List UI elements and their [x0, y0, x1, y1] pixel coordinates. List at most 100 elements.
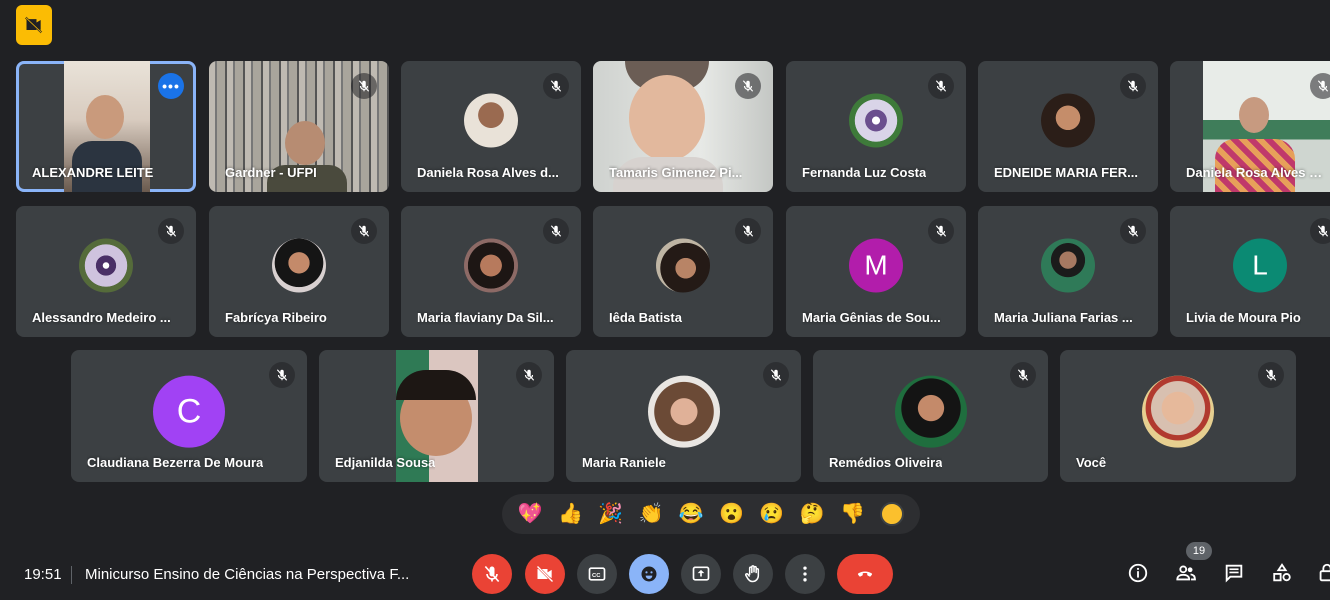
raise-hand-button[interactable]	[733, 554, 773, 594]
participant-name: Claudiana Bezerra De Moura	[87, 455, 264, 470]
avatar	[1041, 93, 1095, 148]
participant-tile[interactable]: Edjanilda Sousa	[319, 350, 554, 482]
more-options-button[interactable]	[785, 554, 825, 594]
video-off-icon	[24, 16, 43, 34]
activities-button[interactable]	[1269, 560, 1295, 586]
participant-tile[interactable]: Daniela Rosa Alves d...	[401, 61, 581, 192]
reaction-button[interactable]: 😮	[719, 504, 744, 524]
participant-tile[interactable]: L Livia de Moura Pio	[1170, 206, 1330, 337]
present-screen-icon	[692, 566, 710, 581]
avatar	[656, 238, 710, 293]
participant-name: Fernanda Luz Costa	[802, 165, 927, 180]
emoji-icon	[641, 566, 657, 582]
participant-name: Gardner - UFPI	[225, 165, 317, 180]
participant-name: Edjanilda Sousa	[335, 455, 436, 470]
mic-off-icon	[516, 362, 542, 388]
participant-name: Remédios Oliveira	[829, 455, 943, 470]
captions-button[interactable]: CC	[577, 554, 617, 594]
mic-off-icon	[351, 73, 377, 99]
avatar: L	[1233, 238, 1287, 293]
participant-tile[interactable]: Alessandro Medeiro ...	[16, 206, 196, 337]
participant-name: Maria Juliana Farias ...	[994, 310, 1133, 325]
reaction-button[interactable]: 😂	[679, 504, 704, 524]
meeting-title: Minicurso Ensino de Ciências na Perspect…	[85, 566, 410, 583]
participant-name: Tamaris Gimenez Pi...	[609, 165, 743, 180]
participant-tile[interactable]: Fernanda Luz Costa	[786, 61, 966, 192]
participant-tile[interactable]: ••• ALEXANDRE LEITE	[16, 61, 196, 192]
participant-tile[interactable]: M Maria Gênias de Sou...	[786, 206, 966, 337]
camera-off-badge[interactable]	[16, 5, 52, 45]
avatar	[272, 238, 326, 293]
avatar: C	[153, 375, 225, 448]
reaction-button[interactable]: 👍	[558, 504, 583, 524]
reaction-button[interactable]: 💖	[518, 504, 543, 524]
hang-up-icon	[857, 571, 873, 577]
mic-off-icon	[1120, 218, 1146, 244]
participant-tile[interactable]: Gardner - UFPI	[209, 61, 389, 192]
participant-name: Daniela Rosa Alves d...	[1186, 165, 1326, 180]
participant-count-badge: 19	[1186, 542, 1212, 560]
more-options-icon: •••	[162, 78, 180, 94]
mic-off-icon	[351, 218, 377, 244]
participant-name: Você	[1076, 455, 1107, 470]
avatar	[1041, 238, 1095, 293]
more-vert-icon	[803, 566, 807, 582]
participant-tile[interactable]: Maria Raniele	[566, 350, 801, 482]
lock-icon	[1319, 563, 1330, 582]
participant-tile[interactable]: Maria flaviany Da Sil...	[401, 206, 581, 337]
participant-tile[interactable]: Daniela Rosa Alves d...	[1170, 61, 1330, 192]
mic-off-icon	[1310, 73, 1330, 99]
participant-tile[interactable]: EDNEIDE MARIA FER...	[978, 61, 1158, 192]
participant-name: ALEXANDRE LEITE	[32, 165, 154, 180]
activities-icon	[1273, 563, 1291, 582]
present-screen-button[interactable]	[681, 554, 721, 594]
participant-tile[interactable]: Você	[1060, 350, 1296, 482]
avatar	[1142, 375, 1214, 448]
participant-tile[interactable]: Iêda Batista	[593, 206, 773, 337]
mic-off-icon	[928, 73, 954, 99]
meeting-details-button[interactable]	[1125, 560, 1151, 586]
people-icon	[1176, 565, 1196, 581]
participant-name: Livia de Moura Pio	[1186, 310, 1301, 325]
participant-name: Maria flaviany Da Sil...	[417, 310, 554, 325]
lock-button[interactable]	[1316, 560, 1330, 586]
mic-toggle-button[interactable]	[472, 554, 512, 594]
chat-button[interactable]	[1221, 560, 1247, 586]
participant-name: EDNEIDE MARIA FER...	[994, 165, 1138, 180]
avatar	[79, 238, 133, 293]
avatar: M	[849, 238, 903, 293]
participant-tile[interactable]: Remédios Oliveira	[813, 350, 1048, 482]
control-bar: 19:51 Minicurso Ensino de Ciências na Pe…	[0, 542, 1330, 600]
reaction-button[interactable]: 👎	[840, 504, 865, 524]
mic-off-icon	[158, 218, 184, 244]
reaction-button[interactable]: 🤔	[800, 504, 825, 524]
reaction-button[interactable]: 🎉	[598, 504, 623, 524]
mic-off-icon	[543, 218, 569, 244]
participant-tile[interactable]: Fabrícya Ribeiro	[209, 206, 389, 337]
mic-off-icon	[269, 362, 295, 388]
mic-off-icon	[763, 362, 789, 388]
mic-off-icon	[1310, 218, 1330, 244]
participant-tile[interactable]: Tamaris Gimenez Pi...	[593, 61, 773, 192]
reactions-bar: 💖 👍 🎉 👏 😂 😮 😢 🤔 👎	[502, 494, 920, 534]
reaction-button[interactable]: 👏	[639, 504, 664, 524]
participant-name: Daniela Rosa Alves d...	[417, 165, 559, 180]
participant-name: Alessandro Medeiro ...	[32, 310, 171, 325]
mic-off-icon	[1258, 362, 1284, 388]
leave-call-button[interactable]	[837, 554, 893, 594]
avatar	[894, 375, 967, 448]
people-button[interactable]	[1173, 560, 1199, 586]
mic-off-icon	[735, 73, 761, 99]
participant-tile[interactable]: Maria Juliana Farias ...	[978, 206, 1158, 337]
skin-tone-icon[interactable]	[880, 502, 905, 526]
svg-text:CC: CC	[592, 573, 601, 579]
camera-toggle-button[interactable]	[525, 554, 565, 594]
reactions-button[interactable]	[629, 554, 669, 594]
captions-icon: CC	[588, 567, 606, 581]
mic-off-icon	[543, 73, 569, 99]
divider	[71, 566, 72, 584]
participant-tile[interactable]: C Claudiana Bezerra De Moura	[71, 350, 307, 482]
mic-off-icon	[928, 218, 954, 244]
more-options-button[interactable]: •••	[158, 73, 184, 99]
reaction-button[interactable]: 😢	[759, 504, 784, 524]
